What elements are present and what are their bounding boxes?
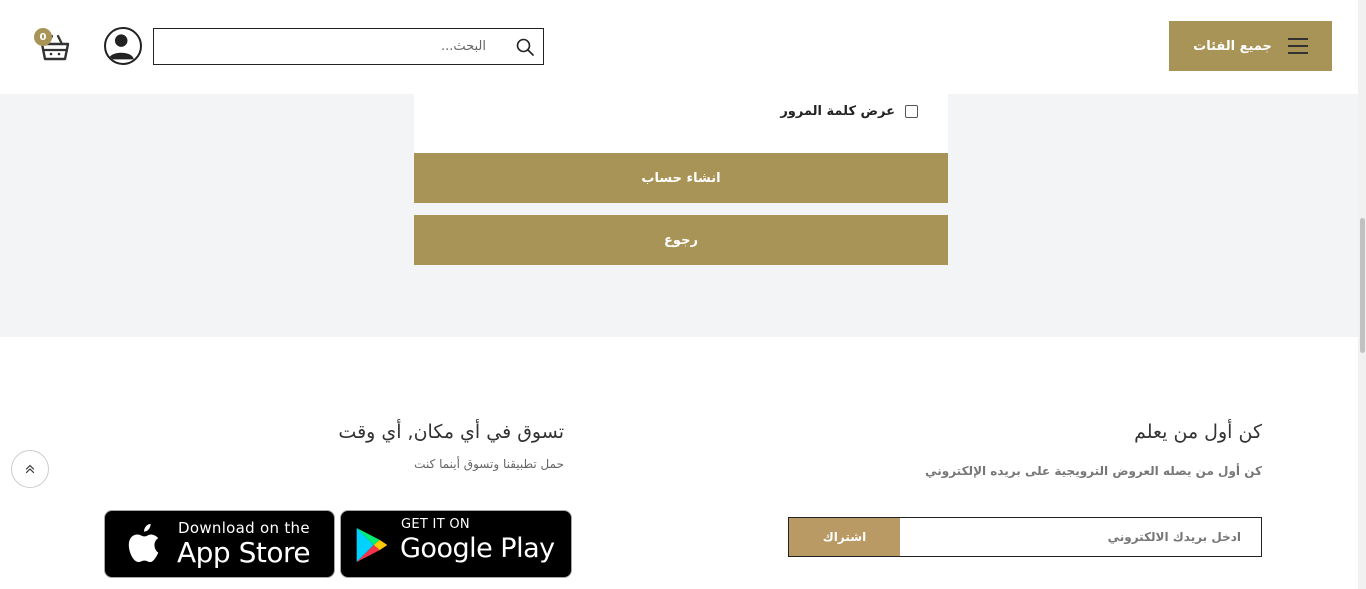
show-password-checkbox[interactable] — [905, 105, 918, 118]
app-store-badge[interactable]: Download on the App Store — [104, 510, 335, 578]
google-play-icon — [356, 528, 388, 562]
show-password-label: عرض كلمة المرور — [780, 104, 895, 119]
create-account-button[interactable]: انشاء حساب — [414, 153, 948, 203]
search-box — [153, 28, 544, 65]
all-categories-label: جميع الفئات — [1193, 38, 1272, 54]
cart-count-badge: 0 — [34, 28, 52, 46]
google-play-big-text: Google Play — [400, 533, 555, 564]
register-form-card: عرض كلمة المرور — [414, 94, 948, 153]
user-account-button[interactable] — [104, 27, 142, 65]
google-play-small-text: GET IT ON — [401, 517, 470, 532]
back-to-top-button[interactable] — [11, 450, 49, 488]
subscribe-button[interactable]: اشتراك — [789, 518, 900, 556]
back-button[interactable]: رجوع — [414, 215, 948, 265]
search-icon[interactable] — [516, 38, 534, 56]
newsletter-email-input[interactable] — [901, 518, 1261, 556]
search-input[interactable] — [154, 29, 494, 64]
cart-button[interactable]: 0 — [34, 28, 72, 64]
site-footer: كن أول من يعلم كن أول من يصله العروض الت… — [0, 337, 1358, 589]
all-categories-button[interactable]: جميع الفئات — [1169, 21, 1332, 71]
newsletter-title: كن أول من يعلم — [1134, 421, 1262, 443]
user-icon — [108, 34, 134, 60]
apps-subtitle: حمل تطبيقنا وتسوق أينما كنت — [414, 457, 564, 471]
scrollbar-thumb[interactable] — [1360, 218, 1365, 353]
app-store-small-text: Download on the — [178, 519, 310, 537]
newsletter-form: اشتراك — [788, 517, 1262, 557]
apple-icon — [128, 524, 159, 562]
page-scrollbar[interactable] — [1358, 0, 1366, 589]
chevron-up-double-icon — [25, 464, 35, 474]
show-password-toggle[interactable]: عرض كلمة المرور — [780, 104, 918, 119]
app-store-big-text: App Store — [177, 536, 311, 569]
google-play-badge[interactable]: GET IT ON Google Play — [340, 510, 572, 578]
newsletter-subtitle: كن أول من يصله العروض الترويجية على بريد… — [925, 464, 1262, 478]
menu-icon — [1287, 38, 1308, 54]
apps-title: تسوق في أي مكان, أي وقت — [338, 421, 564, 443]
site-header: جميع الفئات 0 — [0, 0, 1358, 94]
